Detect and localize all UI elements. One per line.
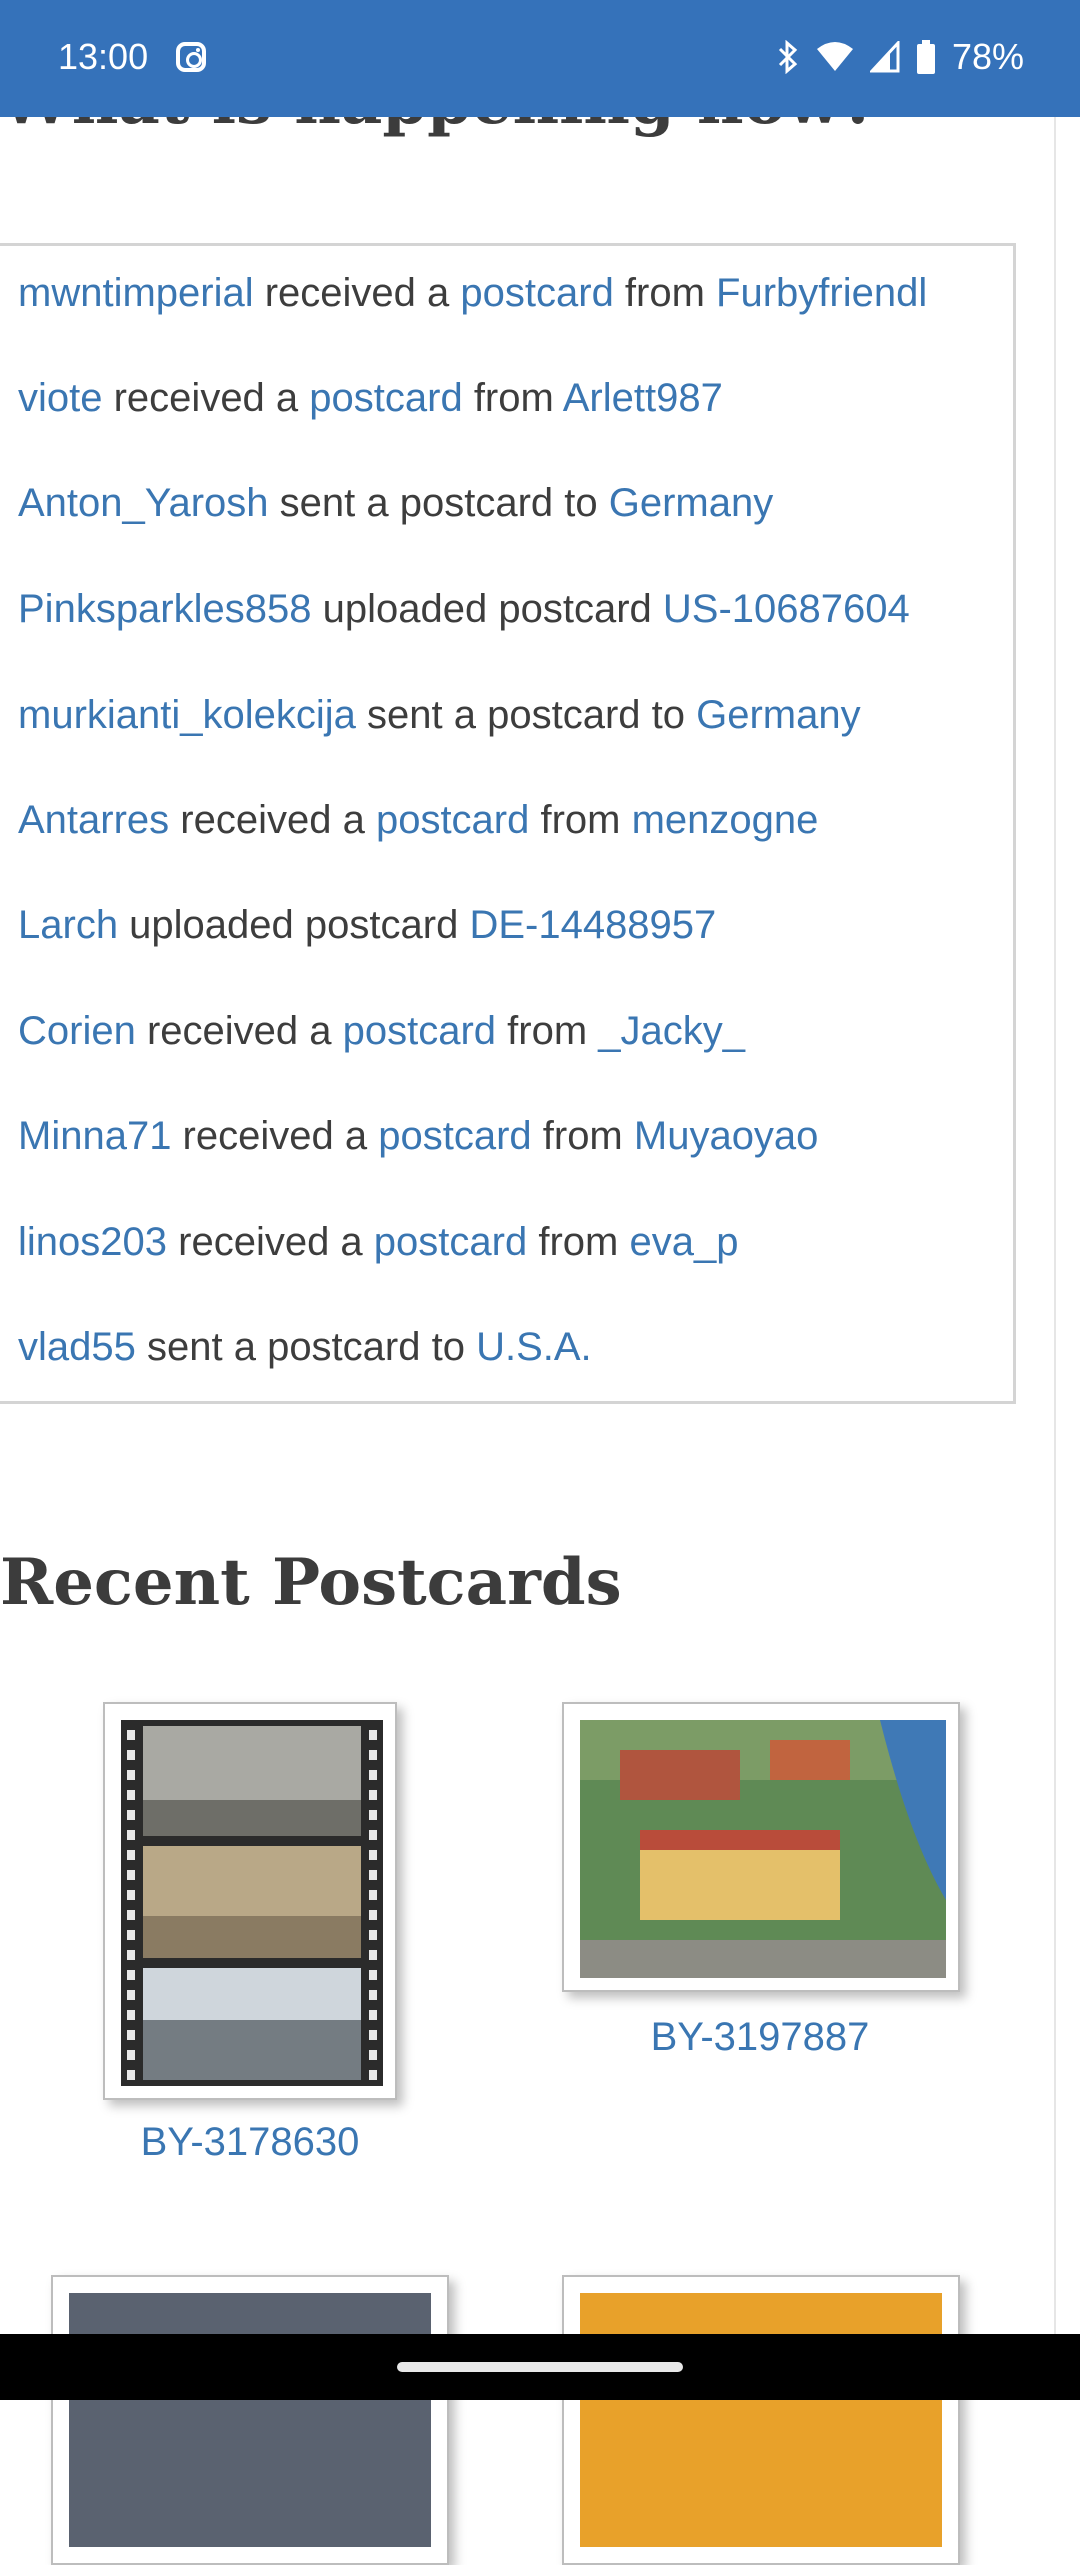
wifi-icon xyxy=(816,42,853,71)
activity-user-link[interactable]: Pinksparkles858 xyxy=(18,587,312,631)
activity-item: linos203 received a postcard from eva_p xyxy=(18,1220,738,1265)
activity-text: sent a postcard to xyxy=(135,1325,477,1369)
activity-text: from xyxy=(527,1220,630,1264)
activity-text: uploaded postcard xyxy=(118,903,470,947)
bluetooth-icon xyxy=(778,40,798,74)
activity-text: sent a postcard to xyxy=(355,693,697,737)
activity-user-link[interactable]: Minna71 xyxy=(18,1114,171,1158)
activity-user-link[interactable]: Antarres xyxy=(18,798,169,842)
activity-text: received a xyxy=(253,271,461,315)
activity-text: from xyxy=(529,798,632,842)
activity-user-link[interactable]: Corien xyxy=(18,1009,136,1053)
activity-item: Minna71 received a postcard from Muyaoya… xyxy=(18,1114,818,1159)
activity-item: Larch uploaded postcard DE-14488957 xyxy=(18,903,716,948)
activity-target-link[interactable]: _Jacky_ xyxy=(598,1009,745,1053)
activity-user-link[interactable]: mwntimperial xyxy=(18,271,254,315)
activity-user-link[interactable]: Larch xyxy=(18,903,118,947)
activity-item: Corien received a postcard from _Jacky_ xyxy=(18,1009,745,1054)
postcard-id-link-1[interactable]: BY-3178630 xyxy=(100,2120,400,2165)
postcard-image-3 xyxy=(69,2293,431,2547)
activity-target-link[interactable]: menzogne xyxy=(632,798,819,842)
activity-target-link[interactable]: Germany xyxy=(696,693,861,737)
activity-postcard-link[interactable]: postcard xyxy=(460,271,613,315)
activity-target-link[interactable]: eva_p xyxy=(629,1220,738,1264)
activity-item: Pinksparkles858 uploaded postcard US-106… xyxy=(18,587,910,632)
system-navigation-bar xyxy=(0,2334,1080,2400)
activity-text: received a xyxy=(135,1009,343,1053)
page-edge-divider xyxy=(1054,117,1056,2334)
activity-user-link[interactable]: Anton_Yarosh xyxy=(18,481,269,525)
postcard-thumbnail-1[interactable] xyxy=(103,1702,397,2100)
home-gesture-handle[interactable] xyxy=(397,2362,683,2372)
activity-target-link[interactable]: Germany xyxy=(609,481,774,525)
activity-postcard-link[interactable]: postcard xyxy=(309,376,462,420)
postcard-image-film-strip xyxy=(121,1720,383,2086)
activity-text: from xyxy=(531,1114,634,1158)
activity-item: vlad55 sent a postcard to U.S.A. xyxy=(18,1325,592,1370)
activity-item: Anton_Yarosh sent a postcard to Germany xyxy=(18,481,773,526)
activity-item: viote received a postcard from Arlett987 xyxy=(18,376,723,421)
activity-text: from xyxy=(613,271,717,315)
activity-target-link[interactable]: U.S.A. xyxy=(476,1325,592,1369)
status-bar: 13:00 78% xyxy=(0,0,1080,117)
activity-target-link[interactable]: Arlett987 xyxy=(563,376,723,420)
activity-target-link[interactable]: Furbyfriendl xyxy=(716,271,927,315)
activity-text: from xyxy=(462,376,563,420)
activity-user-link[interactable]: viote xyxy=(18,376,103,420)
activity-target-link[interactable]: DE-14488957 xyxy=(469,903,716,947)
activity-user-link[interactable]: murkianti_kolekcija xyxy=(18,693,356,737)
postcard-thumbnail-2[interactable] xyxy=(562,1702,960,1992)
postcard-id-link-2[interactable]: BY-3197887 xyxy=(560,2015,960,2060)
status-time: 13:00 xyxy=(58,36,149,77)
activity-feed: mwntimperial received a postcard from Fu… xyxy=(0,243,1016,1404)
recent-postcards-heading: Recent Postcards xyxy=(0,1545,622,1620)
activity-item: Antarres received a postcard from menzog… xyxy=(18,798,818,843)
battery-percentage: 78% xyxy=(951,36,1024,77)
activity-target-link[interactable]: Muyaoyao xyxy=(634,1114,819,1158)
battery-icon xyxy=(916,40,935,74)
instagram-icon xyxy=(176,42,206,72)
activity-text: received a xyxy=(171,1114,379,1158)
activity-text: uploaded postcard xyxy=(311,587,663,631)
postcard-thumbnail-3[interactable] xyxy=(51,2275,449,2565)
activity-target-link[interactable]: US-10687604 xyxy=(663,587,910,631)
postcard-image-aerial-town xyxy=(580,1720,946,1978)
activity-item: murkianti_kolekcija sent a postcard to G… xyxy=(18,693,861,738)
postcard-thumbnail-4[interactable] xyxy=(562,2275,960,2565)
activity-text: received a xyxy=(102,376,310,420)
signal-icon xyxy=(869,41,900,73)
activity-item: mwntimperial received a postcard from Fu… xyxy=(18,271,927,316)
activity-text: received a xyxy=(167,1220,374,1264)
activity-user-link[interactable]: linos203 xyxy=(18,1220,167,1264)
activity-text: sent a postcard to xyxy=(268,481,609,525)
activity-postcard-link[interactable]: postcard xyxy=(374,1220,527,1264)
activity-user-link[interactable]: vlad55 xyxy=(18,1325,136,1369)
activity-text: received a xyxy=(169,798,376,842)
activity-postcard-link[interactable]: postcard xyxy=(378,1114,531,1158)
activity-text: from xyxy=(496,1009,599,1053)
status-icons: 78% xyxy=(776,36,1024,78)
activity-postcard-link[interactable]: postcard xyxy=(376,798,529,842)
postcard-image-4 xyxy=(580,2293,942,2547)
activity-postcard-link[interactable]: postcard xyxy=(343,1009,496,1053)
